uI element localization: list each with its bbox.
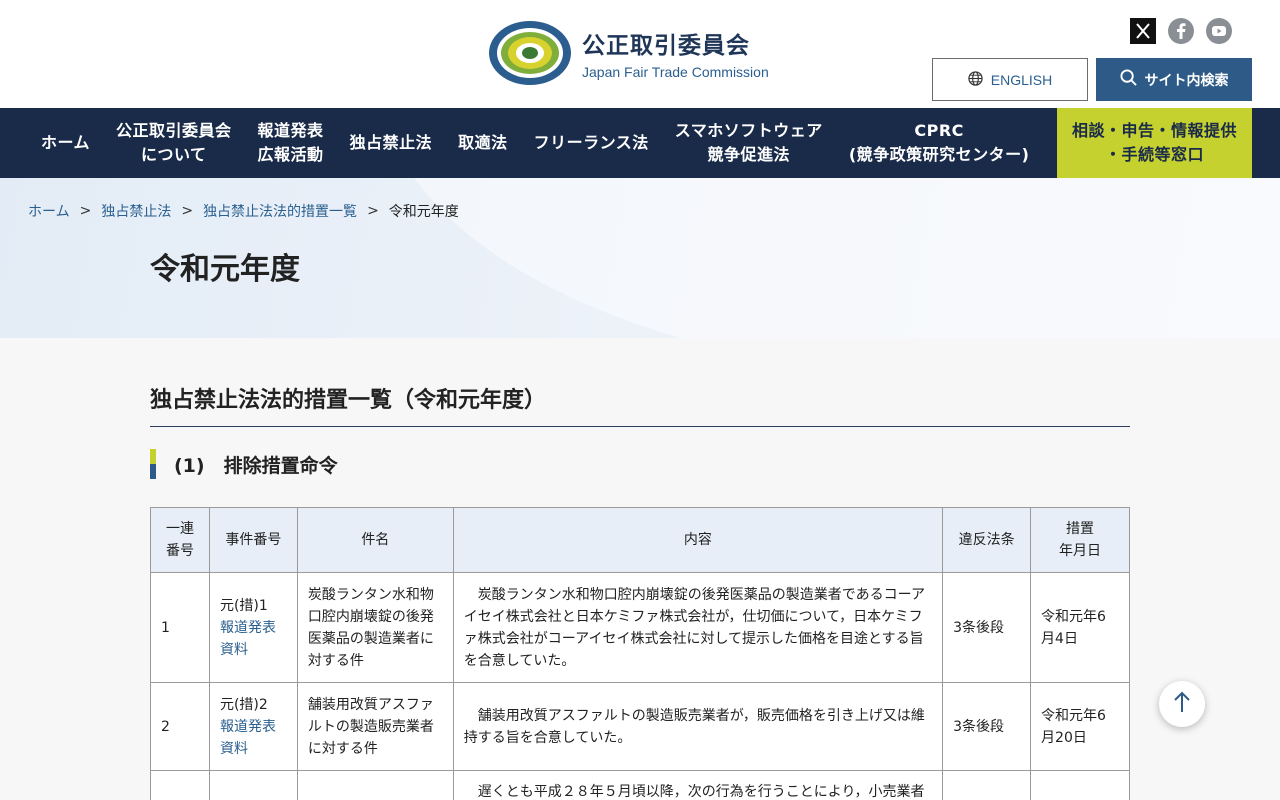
jftc-emblem-icon bbox=[488, 20, 572, 86]
breadcrumb: ホーム > 独占禁止法 > 独占禁止法法的措置一覧 > 令和元年度 bbox=[28, 201, 459, 221]
logo-title-en: Japan Fair Trade Commission bbox=[582, 64, 769, 80]
page-title: 令和元年度 bbox=[150, 252, 300, 287]
cell-date: 令和元年6月4日 bbox=[1030, 572, 1130, 683]
col-header-date: 措置 年月日 bbox=[1030, 507, 1130, 573]
subsection-title: (1) 排除措置命令 bbox=[174, 454, 338, 477]
cell-article: 3条後段 bbox=[942, 682, 1032, 771]
nav-torihiki[interactable]: 取適法 bbox=[445, 108, 521, 178]
cell-case bbox=[208, 770, 298, 800]
site-search-button[interactable]: サイト内検索 bbox=[1096, 58, 1252, 101]
search-icon bbox=[1119, 69, 1137, 90]
breadcrumb-home[interactable]: ホーム bbox=[28, 201, 70, 221]
cell-title: 舗装用改質アスファルトの製造販売業者に対する件 bbox=[296, 682, 454, 771]
cell-case: 元(措)2 報道発表 資料 bbox=[208, 682, 298, 771]
press-release-link[interactable]: 報道発表 資料 bbox=[220, 617, 287, 661]
press-release-link[interactable]: 報道発表 資料 bbox=[220, 716, 287, 760]
col-header-article: 違反法条 bbox=[942, 507, 1032, 573]
cell-title bbox=[296, 770, 454, 800]
breadcrumb-separator: > bbox=[367, 203, 379, 219]
col-header-serial: 一連 番号 bbox=[150, 507, 210, 573]
breadcrumb-separator: > bbox=[79, 203, 92, 219]
english-label: ENGLISH bbox=[990, 71, 1053, 88]
cell-serial: 1 bbox=[150, 572, 210, 683]
main-content: 独占禁止法法的措置一覧（令和元年度） (1) 排除措置命令 一連 番号 事件番号… bbox=[150, 338, 1130, 800]
cell-title: 炭酸ランタン水和物口腔内崩壊錠の後発医薬品の製造業者に対する件 bbox=[296, 572, 454, 683]
cell-content: 炭酸ランタン水和物口腔内崩壊錠の後発医薬品の製造業者であるコーアイセイ株式会社と… bbox=[452, 572, 944, 683]
nav-home[interactable]: ホーム bbox=[28, 108, 103, 178]
nav-freelance[interactable]: フリーランス法 bbox=[521, 108, 662, 178]
nav-about[interactable]: 公正取引委員会 について bbox=[103, 108, 245, 178]
table-row: 2 元(措)2 報道発表 資料 舗装用改質アスファルトの製造販売業者に対する件 … bbox=[150, 682, 1130, 771]
col-header-case-number: 事件番号 bbox=[208, 507, 298, 573]
cell-content: 遅くとも平成２８年５月頃以降，次の行為を行うことにより，小売業者 bbox=[452, 770, 944, 800]
nav-cprc[interactable]: CPRC (競争政策研究センター) bbox=[836, 108, 1043, 178]
breadcrumb-measures-list[interactable]: 独占禁止法法的措置一覧 bbox=[203, 201, 357, 221]
search-label: サイト内検索 bbox=[1144, 72, 1229, 89]
breadcrumb-current: 令和元年度 bbox=[388, 204, 459, 220]
cell-date: 令和元年6月20日 bbox=[1030, 682, 1130, 771]
heading-accent-bar bbox=[150, 449, 156, 479]
cell-content: 舗装用改質アスファルトの製造販売業者が，販売価格を引き上げ又は維持する旨を合意し… bbox=[452, 682, 944, 771]
nav-consult[interactable]: 相談・申告・情報提供 ・手続等窓口 bbox=[1057, 108, 1252, 178]
nav-press[interactable]: 報道発表 広報活動 bbox=[245, 108, 337, 178]
english-button[interactable]: ENGLISH bbox=[932, 58, 1088, 101]
section-title: 独占禁止法法的措置一覧（令和元年度） bbox=[150, 382, 1130, 427]
table-row: 1 元(措)1 報道発表 資料 炭酸ランタン水和物口腔内崩壊錠の後発医薬品の製造… bbox=[150, 572, 1130, 683]
site-logo[interactable]: 公正取引委員会 Japan Fair Trade Commission bbox=[488, 20, 769, 86]
logo-title-ja: 公正取引委員会 bbox=[582, 33, 750, 59]
global-nav: ホーム 公正取引委員会 について 報道発表 広報活動 独占禁止法 取適法 フリー… bbox=[0, 108, 1280, 178]
hero-decoration bbox=[380, 178, 1280, 338]
cell-date bbox=[1030, 770, 1130, 800]
breadcrumb-separator: > bbox=[181, 203, 194, 219]
site-header: 公正取引委員会 Japan Fair Trade Commission ENGL… bbox=[0, 0, 1280, 108]
arrow-up-icon bbox=[1173, 691, 1191, 717]
col-header-title: 件名 bbox=[296, 507, 454, 573]
facebook-icon[interactable] bbox=[1168, 18, 1194, 44]
table-row: 遅くとも平成２８年５月頃以降，次の行為を行うことにより，小売業者 bbox=[150, 770, 1130, 800]
table-header-row: 一連 番号 事件番号 件名 内容 違反法条 措置 年月日 bbox=[150, 507, 1130, 573]
cell-article: 3条後段 bbox=[942, 572, 1032, 683]
breadcrumb-antimonopoly[interactable]: 独占禁止法 bbox=[101, 201, 171, 221]
back-to-top-button[interactable] bbox=[1159, 681, 1205, 727]
measures-table: 一連 番号 事件番号 件名 内容 違反法条 措置 年月日 1 元(措)1 報道発… bbox=[150, 507, 1130, 800]
youtube-icon[interactable] bbox=[1206, 18, 1232, 44]
globe-icon bbox=[968, 70, 983, 89]
nav-antimonopoly[interactable]: 独占禁止法 bbox=[337, 108, 446, 178]
cell-case: 元(措)1 報道発表 資料 bbox=[208, 572, 298, 683]
x-icon[interactable] bbox=[1130, 18, 1156, 44]
nav-smartphone[interactable]: スマホソフトウェア 競争促進法 bbox=[662, 108, 836, 178]
page-hero: ホーム > 独占禁止法 > 独占禁止法法的措置一覧 > 令和元年度 令和元年度 bbox=[0, 178, 1280, 338]
cell-article bbox=[942, 770, 1032, 800]
case-number: 元(措)2 bbox=[219, 696, 268, 713]
social-links bbox=[1130, 18, 1232, 44]
case-number: 元(措)1 bbox=[219, 597, 268, 614]
col-header-content: 内容 bbox=[452, 507, 944, 573]
subsection-heading: (1) 排除措置命令 bbox=[150, 449, 1130, 479]
cell-serial bbox=[150, 770, 210, 800]
cell-serial: 2 bbox=[150, 682, 210, 771]
